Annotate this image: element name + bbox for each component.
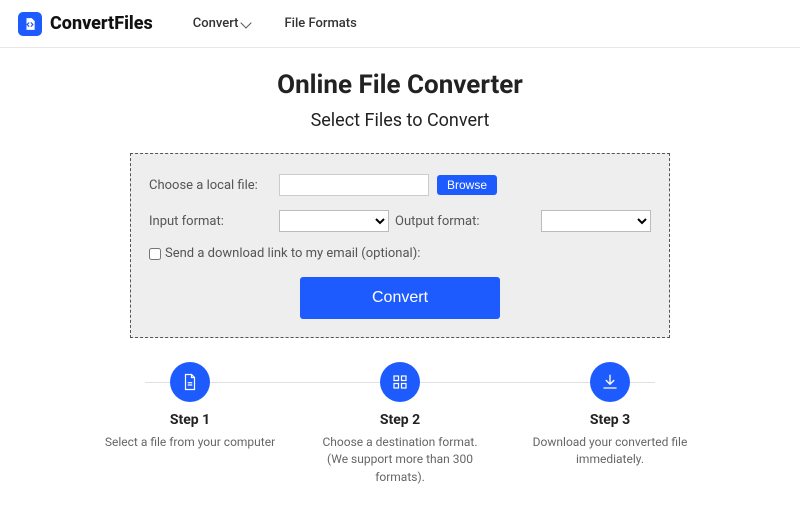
step-3-desc: Download your converted file immediately… xyxy=(515,434,705,469)
page-subtitle: Select Files to Convert xyxy=(0,110,800,131)
step-3: Step 3 Download your converted file imme… xyxy=(515,362,705,486)
step-1: Step 1 Select a file from your computer xyxy=(95,362,285,486)
output-format-label: Output format: xyxy=(395,214,480,229)
email-label: Send a download link to my email (option… xyxy=(165,246,420,261)
step-2-desc: Choose a destination format. (We support… xyxy=(305,434,495,486)
email-checkbox[interactable] xyxy=(149,248,161,260)
nav-file-formats[interactable]: File Formats xyxy=(284,16,356,31)
step-3-title: Step 3 xyxy=(515,412,705,428)
steps: Step 1 Select a file from your computer … xyxy=(95,362,705,486)
email-row: Send a download link to my email (option… xyxy=(149,246,651,261)
download-icon xyxy=(590,362,630,402)
top-nav: ConvertFiles Convert File Formats xyxy=(0,0,800,48)
file-input[interactable] xyxy=(279,174,429,196)
input-format-label: Input format: xyxy=(149,214,279,229)
step-1-desc: Select a file from your computer xyxy=(95,434,285,451)
browse-button[interactable]: Browse xyxy=(437,175,497,195)
format-row: Input format: Output format: xyxy=(149,210,651,232)
step-1-title: Step 1 xyxy=(95,412,285,428)
file-icon xyxy=(170,362,210,402)
nav-convert[interactable]: Convert xyxy=(193,16,251,31)
input-format-select[interactable] xyxy=(279,210,389,232)
output-format-select[interactable] xyxy=(541,210,651,232)
chevron-down-icon xyxy=(241,17,252,28)
brand-name: ConvertFiles xyxy=(50,13,153,34)
convert-panel: Choose a local file: Browse Input format… xyxy=(130,153,670,338)
choose-file-row: Choose a local file: Browse xyxy=(149,174,651,196)
grid-icon xyxy=(380,362,420,402)
step-2-title: Step 2 xyxy=(305,412,495,428)
nav-convert-label: Convert xyxy=(193,16,239,31)
page-title: Online File Converter xyxy=(0,70,800,100)
step-2: Step 2 Choose a destination format. (We … xyxy=(305,362,495,486)
choose-file-label: Choose a local file: xyxy=(149,178,279,193)
convert-button[interactable]: Convert xyxy=(300,277,500,319)
nav-file-formats-label: File Formats xyxy=(284,16,356,31)
brand-logo-icon xyxy=(18,12,42,36)
brand-logo[interactable]: ConvertFiles xyxy=(18,12,153,36)
